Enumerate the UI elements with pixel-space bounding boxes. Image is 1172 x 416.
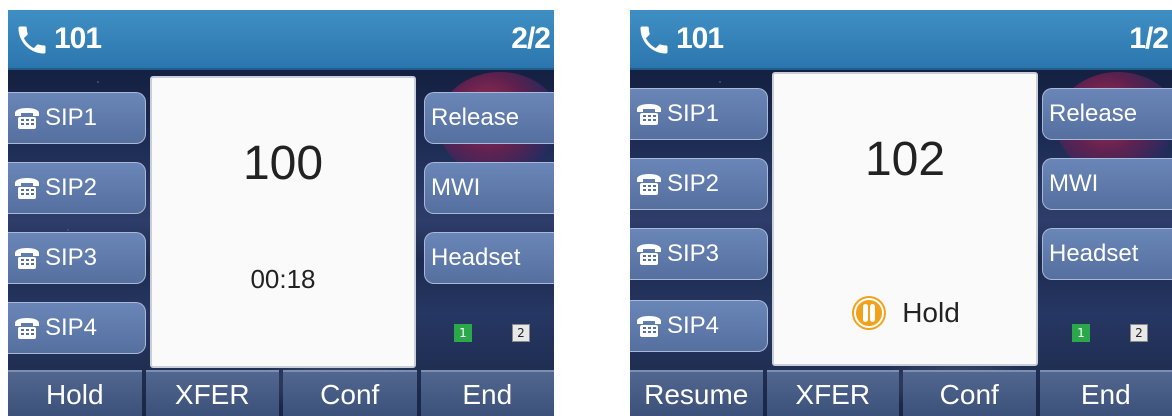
dss-key-label: Headset [1049, 240, 1139, 267]
telephone-icon [15, 248, 39, 269]
end-softkey[interactable]: End [1039, 370, 1172, 416]
resume-softkey[interactable]: Resume [630, 370, 763, 416]
line-key-sip2[interactable]: SIP2 [8, 162, 146, 214]
dss-key-headset[interactable]: Headset [1042, 228, 1172, 280]
line-key-label: SIP3 [667, 240, 720, 267]
dss-key-release[interactable]: Release [424, 92, 554, 144]
dss-key-label: MWI [431, 174, 481, 201]
hold-status: Hold [774, 294, 1036, 332]
call-indicator-2: 2 [1130, 324, 1148, 342]
telephone-icon [637, 316, 661, 337]
call-indicator-1: 1 [1072, 324, 1090, 342]
conf-softkey[interactable]: Conf [283, 370, 417, 416]
softkey-bar: Hold XFER Conf End [8, 370, 554, 416]
line-key-sip1[interactable]: SIP1 [630, 88, 768, 140]
call-indicators: 1 2 [454, 324, 530, 342]
status-bar: 101 1/2 [630, 10, 1172, 70]
dss-key-label: Headset [431, 244, 521, 271]
line-key-sip2[interactable]: SIP2 [630, 158, 768, 210]
dss-key-label: MWI [1049, 170, 1099, 197]
conf-softkey[interactable]: Conf [903, 370, 1036, 416]
dss-key-label: Release [431, 104, 520, 131]
phone-handset-icon [18, 26, 46, 54]
remote-number: 102 [864, 133, 946, 186]
line-key-label: SIP2 [667, 170, 720, 197]
xfer-softkey[interactable]: XFER [766, 370, 899, 416]
telephone-icon [15, 108, 39, 129]
phone-screen-active-call: 101 2/2 SIP1 SIP2 SIP3 SIP4 100 00:18 Re… [8, 10, 554, 416]
telephone-icon [15, 178, 39, 199]
telephone-icon [637, 244, 661, 265]
dss-key-label: Release [1049, 100, 1138, 127]
telephone-icon [15, 318, 39, 339]
line-key-label: SIP1 [45, 104, 98, 131]
line-number: 101 [676, 22, 724, 55]
line-key-label: SIP3 [45, 244, 98, 271]
call-info-card: 100 00:18 [150, 76, 416, 368]
pause-icon [852, 296, 887, 330]
call-indicator-2: 2 [512, 324, 530, 342]
end-softkey[interactable]: End [420, 370, 554, 416]
call-info-card: 102 Hold [772, 72, 1038, 366]
status-bar: 101 2/2 [8, 10, 554, 70]
line-key-label: SIP1 [667, 100, 720, 127]
dss-key-headset[interactable]: Headset [424, 232, 554, 284]
page-indicator: 2/2 [511, 22, 551, 55]
line-key-sip3[interactable]: SIP3 [630, 228, 768, 280]
page-indicator: 1/2 [1129, 22, 1169, 55]
line-key-label: SIP4 [45, 314, 98, 341]
line-key-sip3[interactable]: SIP3 [8, 232, 146, 284]
xfer-softkey[interactable]: XFER [145, 370, 279, 416]
line-key-label: SIP4 [667, 312, 720, 339]
line-key-label: SIP2 [45, 174, 98, 201]
telephone-icon [637, 174, 661, 195]
line-number: 101 [54, 22, 102, 55]
line-key-sip4[interactable]: SIP4 [8, 302, 146, 354]
dss-key-release[interactable]: Release [1042, 88, 1172, 140]
phone-handset-icon [640, 26, 668, 54]
dss-key-mwi[interactable]: MWI [424, 162, 554, 214]
line-key-sip1[interactable]: SIP1 [8, 92, 146, 144]
hold-label: Hold [902, 297, 960, 328]
line-key-sip4[interactable]: SIP4 [630, 300, 768, 352]
call-duration: 00:18 [250, 264, 316, 294]
softkey-bar: Resume XFER Conf End [630, 370, 1172, 416]
phone-screen-held-call: 101 1/2 SIP1 SIP2 SIP3 SIP4 102 Hold Rel… [630, 10, 1172, 416]
dss-key-mwi[interactable]: MWI [1042, 158, 1172, 210]
call-indicators: 1 2 [1072, 324, 1148, 342]
call-indicator-1: 1 [454, 324, 472, 342]
telephone-icon [637, 104, 661, 125]
remote-number: 100 [242, 137, 324, 190]
hold-softkey[interactable]: Hold [8, 370, 142, 416]
